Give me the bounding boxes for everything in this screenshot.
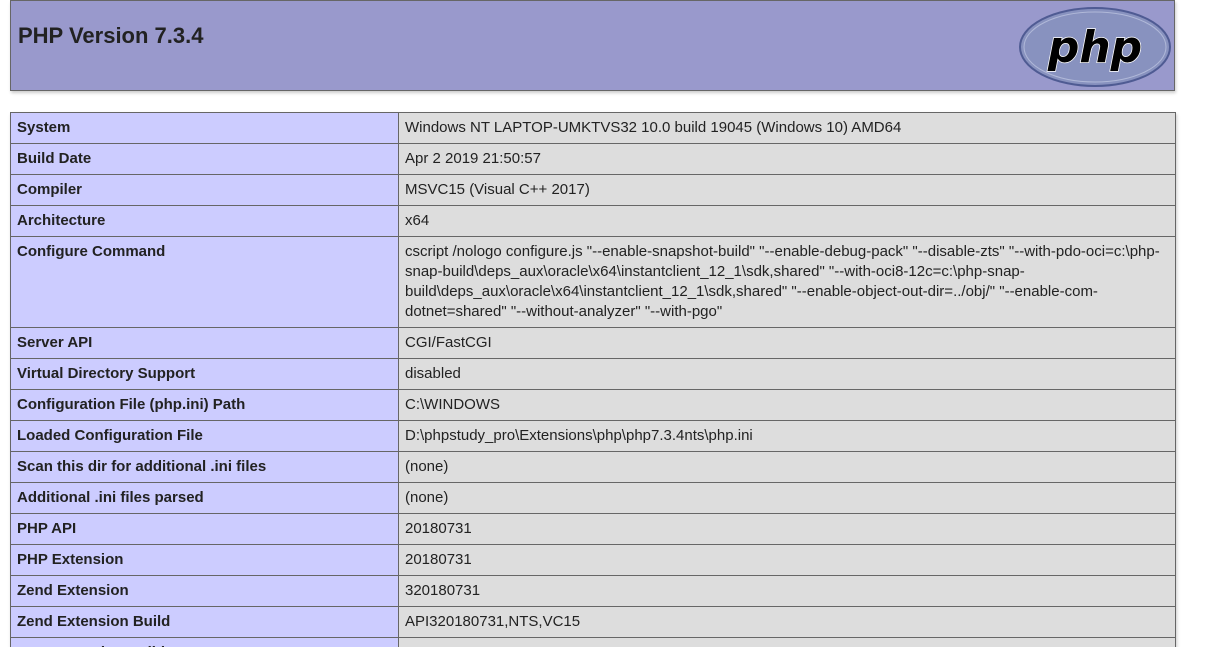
table-row: System Windows NT LAPTOP-UMKTVS32 10.0 bu…	[10, 112, 1176, 144]
php-version-header: PHP Version 7.3.4 php	[10, 0, 1175, 91]
table-row: Scan this dir for additional .ini files(…	[10, 451, 1176, 483]
row-value: disabled	[398, 358, 1176, 390]
row-value: 320180731	[398, 575, 1176, 607]
php-logo-icon[interactable]: php	[1019, 7, 1171, 87]
page-title: PHP Version 7.3.4	[18, 23, 204, 48]
row-value: C:\WINDOWS	[398, 389, 1176, 421]
row-value: API320180731,NTS,VC15	[398, 606, 1176, 638]
row-value: 20180731	[398, 513, 1176, 545]
row-label: Configure Command	[10, 236, 399, 328]
row-label: PHP Extension Build	[10, 637, 399, 647]
table-row: PHP API 20180731	[10, 513, 1176, 545]
row-label: Compiler	[10, 174, 399, 206]
row-label: Additional .ini files parsed	[10, 482, 399, 514]
row-value: x64	[398, 205, 1176, 237]
row-label: Zend Extension Build	[10, 606, 399, 638]
row-value: Windows NT LAPTOP-UMKTVS32 10.0 build 19…	[398, 112, 1176, 144]
table-row: Loaded Configuration File D:\phpstudy_pro…	[10, 420, 1176, 452]
info-table: System Windows NT LAPTOP-UMKTVS32 10.0 bu…	[10, 112, 1176, 647]
table-row: Configure Command cscript /nologo configu…	[10, 236, 1176, 328]
row-value: 20180731	[398, 544, 1176, 576]
row-label: Zend Extension	[10, 575, 399, 607]
row-label: Configuration File (php.ini) Path	[10, 389, 399, 421]
row-label: Loaded Configuration File	[10, 420, 399, 452]
row-label: System	[10, 112, 399, 144]
row-value: API20180731,NTS,VC15	[398, 637, 1176, 647]
table-row: Zend Extension 320180731	[10, 575, 1176, 607]
table-row: Compiler MSVC15 (Visual C++ 2017)	[10, 174, 1176, 206]
row-label: Architecture	[10, 205, 399, 237]
row-label: PHP Extension	[10, 544, 399, 576]
table-row: Server API CGI/FastCGI	[10, 327, 1176, 359]
row-value: Apr 2 2019 21:50:57	[398, 143, 1176, 175]
table-row: Build Date Apr 2 2019 21:50:57	[10, 143, 1176, 175]
php-logo-text: php	[1047, 22, 1142, 73]
row-label: Server API	[10, 327, 399, 359]
row-label: Build Date	[10, 143, 399, 175]
row-label: Scan this dir for additional .ini files	[10, 451, 399, 483]
row-value: D:\phpstudy_pro\Extensions\php\php7.3.4n…	[398, 420, 1176, 452]
row-value: (none)	[398, 451, 1176, 483]
row-label: PHP API	[10, 513, 399, 545]
row-value: cscript /nologo configure.js "--enable-s…	[398, 236, 1176, 328]
table-row: Virtual Directory Support disabled	[10, 358, 1176, 390]
table-row: Architecture x64	[10, 205, 1176, 237]
table-row: Zend Extension Build API320180731,NTS,VC1…	[10, 606, 1176, 638]
phpinfo-page: PHP Version 7.3.4 php System Windows NT L…	[0, 0, 1231, 647]
row-value: MSVC15 (Visual C++ 2017)	[398, 174, 1176, 206]
table-row: Additional .ini files parsed (none)	[10, 482, 1176, 514]
table-row: Configuration File (php.ini) Path C:\WIND…	[10, 389, 1176, 421]
row-label: Virtual Directory Support	[10, 358, 399, 390]
row-value: CGI/FastCGI	[398, 327, 1176, 359]
table-row: PHP Extension BuildAPI20180731,NTS,VC15	[10, 637, 1176, 647]
row-value: (none)	[398, 482, 1176, 514]
table-row: PHP Extension 20180731	[10, 544, 1176, 576]
